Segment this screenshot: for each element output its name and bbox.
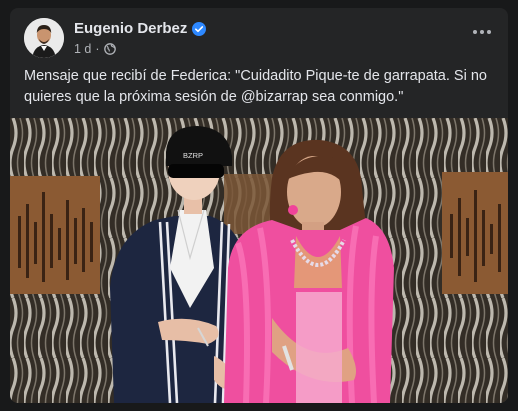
acoustic-panel-right: [442, 172, 508, 294]
acoustic-panel-left: [10, 176, 100, 294]
post-timestamp[interactable]: 1 d: [74, 42, 91, 56]
ellipsis-icon: [473, 30, 477, 34]
ellipsis-icon: [480, 30, 484, 34]
ellipsis-icon: [487, 30, 491, 34]
globe-icon[interactable]: [103, 43, 116, 55]
avatar-photo: [24, 18, 64, 58]
post-text: Mensaje que recibí de Federica: "Cuidadi…: [24, 68, 487, 105]
author-line: Eugenio Derbez: [74, 20, 207, 37]
meta-separator: ·: [95, 42, 100, 56]
verified-badge-icon: [192, 21, 207, 36]
hat-logo-text: BZRP: [183, 151, 203, 160]
author-avatar[interactable]: [24, 18, 64, 58]
post-meta: 1 d ·: [74, 42, 116, 56]
post-photo[interactable]: BZRP: [10, 118, 508, 403]
post-header: Eugenio Derbez 1 d ·: [24, 18, 498, 60]
more-options-button[interactable]: [468, 22, 496, 42]
post-card: Eugenio Derbez 1 d · Mensaje que recibí …: [10, 8, 508, 403]
author-name[interactable]: Eugenio Derbez: [74, 20, 187, 37]
